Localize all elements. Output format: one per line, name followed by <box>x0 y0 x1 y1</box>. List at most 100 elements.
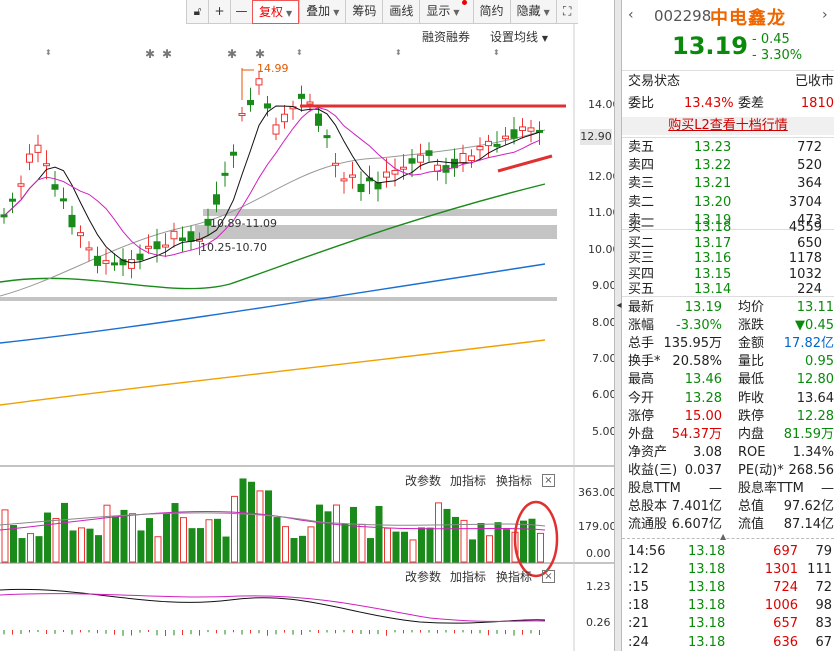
candle-body <box>425 150 433 156</box>
candle-body <box>34 144 42 153</box>
volume-bar <box>1 509 9 563</box>
candle-body <box>247 100 254 106</box>
high-price-label: 14.99 <box>257 62 289 75</box>
stat-label: 股息率TTM <box>738 481 804 496</box>
tick-time: :24 <box>628 634 649 650</box>
stat-value: 1.34% <box>792 444 834 460</box>
stat-value: 17.82亿 <box>783 336 834 352</box>
vol-gai-link[interactable]: 改参数 <box>405 472 441 489</box>
last-price: 13.19 <box>672 32 748 60</box>
candle-body <box>94 255 101 266</box>
weicha-label: 委差 <box>738 96 765 111</box>
candle-body <box>298 93 305 99</box>
candle-body <box>162 244 169 248</box>
stat-value: 87.14亿 <box>783 517 834 533</box>
stat-value: 13.64 <box>796 390 834 406</box>
stat-value: 13.28 <box>684 390 722 406</box>
volume-bar <box>197 528 204 563</box>
stat-value: ▼0.45 <box>795 318 834 334</box>
candle-body <box>332 162 339 166</box>
volume-bar <box>154 536 162 563</box>
volume-bar <box>78 527 85 563</box>
macd-gai-link[interactable]: 改参数 <box>405 568 441 585</box>
weibi-value: 13.43% <box>684 96 734 111</box>
stat-value: 12.80 <box>796 372 834 388</box>
volume-bar <box>520 520 527 563</box>
candle-body <box>417 154 424 163</box>
candle-body <box>17 183 25 187</box>
candle-body <box>153 241 161 250</box>
macd-huan-link[interactable]: 换指标 <box>496 568 532 585</box>
vol-huan-link[interactable]: 换指标 <box>496 472 532 489</box>
stat-value: — <box>821 481 834 496</box>
candle-body <box>102 260 110 264</box>
volume-bar <box>222 536 230 563</box>
tick-time: 14:56 <box>628 544 666 559</box>
macd-jia-link[interactable]: 加指标 <box>450 568 486 585</box>
next-stock-icon[interactable]: › <box>822 7 828 23</box>
candle-body <box>323 135 331 139</box>
candle-body <box>264 103 271 109</box>
volume-bar <box>18 538 26 563</box>
volume-bar <box>350 506 357 563</box>
y-tick: 363.00 <box>578 486 617 499</box>
volume-bar <box>163 513 170 563</box>
zone-label-upper: 10.89-11.09 <box>210 217 277 230</box>
volume-bar <box>452 516 459 563</box>
ask-price[interactable]: 13.22 <box>694 157 731 175</box>
ask-label: 卖五 <box>628 140 655 155</box>
volume-bar <box>528 518 536 563</box>
zone-band <box>0 297 557 301</box>
candlestick-svg <box>0 24 614 651</box>
weicha-value: 1810 <box>800 96 834 111</box>
volume-bar <box>137 530 145 563</box>
tick-price: 13.18 <box>688 616 726 632</box>
stat-row: 换手* 20.58% 量比 0.95 <box>622 353 834 371</box>
volume-bar <box>103 504 111 563</box>
ma-line <box>0 263 546 344</box>
stat-value: 135.95万 <box>663 336 723 352</box>
volume-bar <box>273 517 281 563</box>
volume-bar <box>307 526 315 563</box>
stat-label: 净资产 <box>628 444 668 460</box>
stat-label: 收益(三) <box>628 462 678 478</box>
close-icon[interactable]: × <box>542 474 555 487</box>
candle-body <box>68 214 76 228</box>
expand-icon[interactable]: ▲ <box>720 532 726 541</box>
stat-value: 54.37万 <box>671 426 722 442</box>
stock-name: 中电鑫龙 <box>710 8 786 29</box>
l2-purchase-link[interactable]: 购买L2查看十档行情 <box>622 117 834 135</box>
volume-bar <box>299 535 306 563</box>
volume-bar <box>205 519 213 563</box>
ask-price[interactable]: 13.23 <box>694 139 731 157</box>
ma-line <box>0 339 546 406</box>
stat-label: ROE <box>738 444 766 460</box>
ask-volume: 772 <box>797 140 822 155</box>
volume-bar <box>418 527 425 563</box>
vol-jia-link[interactable]: 加指标 <box>450 472 486 489</box>
stat-label: PE(动)* <box>738 462 784 478</box>
stat-row: 总股本 7.401亿 总值 97.62亿 <box>622 498 834 516</box>
stat-label: 流值 <box>738 517 765 533</box>
candle-body <box>340 178 348 182</box>
volume-bar <box>248 481 255 563</box>
volume-bar <box>290 538 298 563</box>
zone-label-lower: 10.25-10.70 <box>200 241 267 254</box>
close-icon[interactable]: × <box>542 570 555 583</box>
price-change: - 0.45 <box>752 32 790 47</box>
kline-chart-area[interactable]: 🔓︎ + — 复权 ▼ 叠加 ▼ 筹码 画线 显示 ▼ 简约 隐藏 ▼ ⛶ 融资融券 设… <box>0 0 620 651</box>
volume-bar <box>443 508 451 563</box>
candle-body <box>493 143 501 147</box>
stat-value: 20.58% <box>672 354 722 370</box>
stat-value: 15.00 <box>684 408 722 424</box>
stat-label: 总手 <box>628 336 655 352</box>
ask-price[interactable]: 13.20 <box>694 194 731 212</box>
stat-label: 流通股 <box>628 517 668 533</box>
prev-stock-icon[interactable]: ‹ <box>628 7 634 23</box>
stat-value: 81.59万 <box>783 426 834 442</box>
volume-bar <box>256 490 264 563</box>
candle-body <box>383 171 390 178</box>
panel-splitter[interactable]: ◂ <box>614 0 622 651</box>
tick-row: :12 13.18 1301 111 <box>622 561 834 579</box>
ask-price[interactable]: 13.21 <box>694 175 731 193</box>
